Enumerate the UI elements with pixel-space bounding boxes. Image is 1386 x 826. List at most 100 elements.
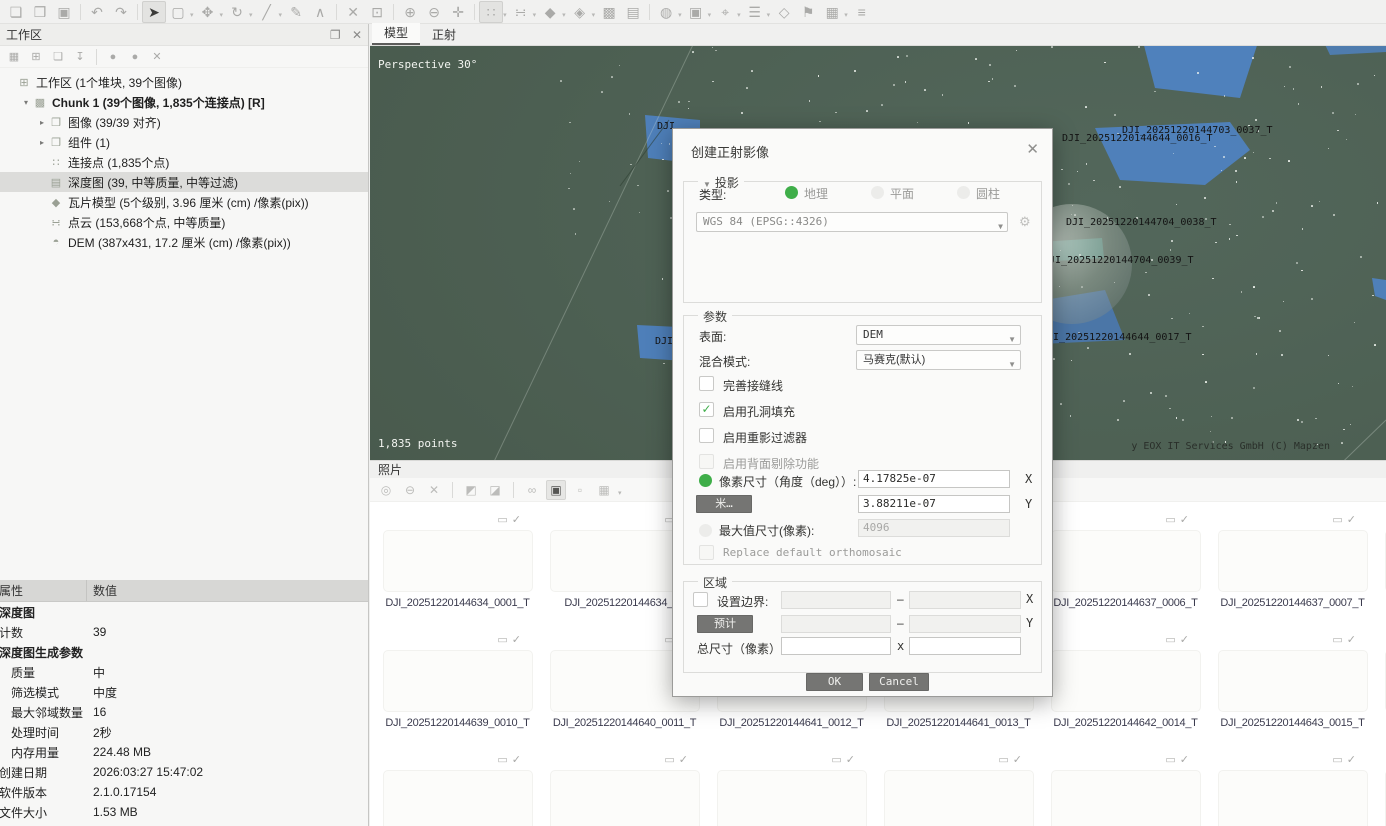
total-size-y-field[interactable] [909,637,1021,655]
photo-cell[interactable]: ▭ ✓ DJI_20251220144634_0001_T [374,514,541,609]
photo-cell[interactable]: ▭✓ [374,754,541,826]
photo-thumbnail[interactable] [1050,530,1201,592]
photo-cell[interactable]: ▭✓ DJI [1376,514,1386,609]
total-size-x-field[interactable] [781,637,891,655]
item-list-icon[interactable]: ☰ [743,1,767,23]
show-model-solid-icon[interactable]: ◈ [568,1,592,23]
pixel-size-x-field[interactable]: 4.17825e-07 [858,470,1010,488]
draw-polyline-icon[interactable]: ✎ [284,1,308,23]
meters-button[interactable]: 米… [696,495,752,513]
parameter-checkbox[interactable]: ✓ [699,402,714,417]
tree-item[interactable]: ◆ 瓦片模型 (5个级别, 3.96 厘米 (cm) /像素(pix)) [0,192,368,212]
show-layers-icon[interactable]: ≡ [850,1,874,23]
expand-caret-icon[interactable]: ▾ [20,98,32,107]
photo-cell[interactable]: ▭✓ [708,754,875,826]
boundary-y-max-field[interactable] [909,615,1021,633]
boundary-x-max-field[interactable] [909,591,1021,609]
chevron-down-icon[interactable]: ▾ [678,11,682,19]
replace-default-checkbox[interactable] [699,545,714,560]
surface-select[interactable]: DEM ▼ [856,325,1021,345]
photo-thumbnail[interactable] [549,770,700,826]
photo-cell[interactable]: ▭ ✓ DJI_20251220144637_0006_T [1042,514,1209,609]
pixel-size-y-field[interactable]: 3.88211e-07 [858,495,1010,513]
photo-thumbnail[interactable] [382,530,533,592]
photo-cell[interactable]: ▭ ✓ DJI_20251220144639_0010_T [374,634,541,729]
new-document-icon[interactable]: ❏ [4,1,28,23]
photo-thumbnail[interactable] [382,650,533,712]
disable-item-icon[interactable]: ● [125,48,145,66]
save-project-icon[interactable]: ▣ [52,1,76,23]
projection-type-radio-geographic[interactable] [785,186,798,199]
float-panel-icon[interactable]: ❐ [330,28,341,42]
photo-cell[interactable]: ▭✓ DJ [1376,634,1386,729]
tree-item[interactable]: ▸ ❒ 组件 (1) [0,132,368,152]
ok-button[interactable]: OK [806,673,863,691]
chevron-down-icon[interactable]: ▾ [737,11,741,19]
pixel-size-radio[interactable] [699,474,712,487]
chevron-down-icon[interactable]: ▾ [562,11,566,19]
tree-item[interactable]: ▾ ▩ Chunk 1 (39个图像, 1,835个连接点) [R] [0,92,368,112]
tree-item[interactable]: ◓ DEM (387x431, 17.2 厘米 (cm) /像素(pix)) [0,232,368,252]
estimate-button[interactable]: 预计 [697,615,753,633]
photo-cell[interactable]: ▭✓ [1042,754,1209,826]
show-images-icon[interactable]: ▦ [820,1,844,23]
max-dimension-field[interactable]: 4096 [858,519,1010,537]
icons-view-icon[interactable]: ▫ [570,480,590,500]
disable-photo-icon[interactable]: ⊖ [400,480,420,500]
add-chunk-icon[interactable]: ▦ [4,48,24,66]
photo-thumbnail[interactable] [1050,770,1201,826]
value-column-header[interactable]: 数值 [87,582,117,599]
expand-caret-icon[interactable]: ▸ [36,138,48,147]
boundary-y-min-field[interactable] [781,615,891,633]
blending-select[interactable]: 马赛克(默认) ▼ [856,350,1021,370]
show-globe-icon[interactable]: ◍ [654,1,678,23]
enable-item-icon[interactable]: ● [103,48,123,66]
parameter-checkbox[interactable] [699,428,714,443]
camera-station-icon[interactable]: ⌖ [713,1,737,23]
tree-item[interactable]: ∷ 连接点 (1,835个点) [0,152,368,172]
zoom-out-icon[interactable]: ⊖ [422,1,446,23]
remove-item-icon[interactable]: ✕ [147,48,167,66]
show-markers-icon[interactable]: ⚑ [796,1,820,23]
tab-model[interactable]: 模型 [372,23,421,45]
chevron-down-icon[interactable]: ▾ [844,11,848,19]
projection-type-radio-cylindrical[interactable] [957,186,970,199]
crop-selection-icon[interactable]: ⊡ [365,1,389,23]
photo-cell[interactable]: ▭ ✓ DJI_20251220144643_0015_T [1209,634,1376,729]
redo-icon[interactable]: ↷ [109,1,133,23]
show-model-shaded-icon[interactable]: ◆ [538,1,562,23]
photo-thumbnail[interactable] [716,770,867,826]
photo-cell[interactable]: ▭✓ [1376,754,1386,826]
photo-thumbnail[interactable] [1217,770,1368,826]
close-panel-icon[interactable]: ✕ [352,28,362,42]
crs-settings-icon[interactable]: ⚙ [1019,214,1031,230]
boundary-x-min-field[interactable] [781,591,891,609]
tree-item[interactable]: ▤ 深度图 (39, 中等质量, 中等过滤) [0,172,368,192]
undo-icon[interactable]: ↶ [85,1,109,23]
chevron-down-icon[interactable]: ▾ [708,11,712,19]
tree-item[interactable]: ∺ 点云 (153,668个点, 中等质量) [0,212,368,232]
photo-thumbnail[interactable] [1050,650,1201,712]
property-column-header[interactable]: 属性 [0,580,87,601]
chevron-down-icon[interactable]: ▾ [533,11,537,19]
move-object-icon[interactable]: ✥ [196,1,220,23]
show-cameras-icon[interactable]: ▣ [684,1,708,23]
photo-thumbnail[interactable] [1217,530,1368,592]
photo-thumbnail[interactable] [382,770,533,826]
view-mode-icon[interactable]: ▦ [594,480,614,500]
chevron-down-icon[interactable]: ▾ [279,11,283,19]
rectangle-selection-icon[interactable]: ▢ [166,1,190,23]
crs-combobox[interactable]: WGS 84 (EPSG::4326) ▼ [696,212,1008,232]
show-point-cloud-icon[interactable]: ∺ [509,1,533,23]
chevron-down-icon[interactable]: ▾ [503,11,507,19]
details-view-icon[interactable]: ▣ [546,479,566,500]
delete-selection-icon[interactable]: ✕ [341,1,365,23]
add-photos-icon[interactable]: ⊞ [26,48,46,66]
max-dimension-radio[interactable] [699,524,712,537]
chevron-down-icon[interactable]: ▾ [220,11,224,19]
expand-caret-icon[interactable]: ▸ [36,118,48,127]
import-data-icon[interactable]: ↧ [70,48,90,66]
enable-photo-icon[interactable]: ◎ [376,480,396,500]
chevron-down-icon[interactable]: ▾ [592,11,596,19]
chevron-down-icon[interactable]: ▾ [190,11,194,19]
